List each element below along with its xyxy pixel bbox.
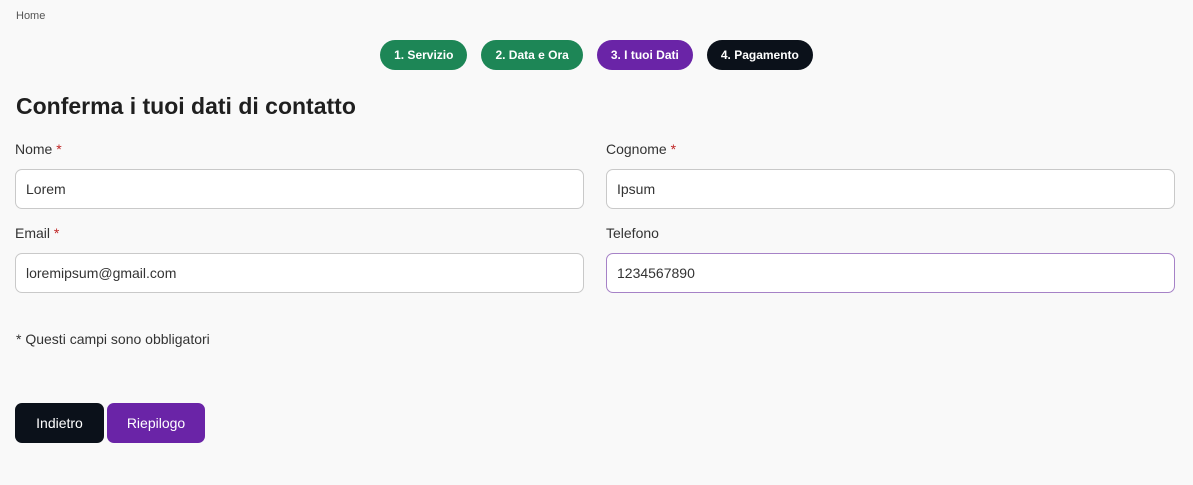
required-mark: *: [670, 141, 677, 157]
telefono-field-group: Telefono: [606, 224, 1175, 293]
telefono-input[interactable]: [606, 253, 1175, 293]
email-label: Email *: [15, 225, 60, 241]
cognome-field-group: Cognome *: [606, 140, 1175, 209]
breadcrumb-home-link[interactable]: Home: [16, 10, 45, 22]
step-data-e-ora[interactable]: 2. Data e Ora: [481, 40, 583, 70]
step-i-tuoi-dati[interactable]: 3. I tuoi Dati: [596, 40, 693, 70]
required-fields-note: * Questi campi sono obbligatori: [16, 331, 210, 347]
nome-input[interactable]: [15, 169, 584, 209]
email-field-group: Email *: [15, 224, 584, 293]
required-mark: *: [56, 141, 62, 157]
back-button[interactable]: Indietro: [15, 403, 104, 443]
breadcrumb: Home: [16, 10, 45, 22]
summary-button[interactable]: Riepilogo: [107, 403, 205, 443]
page-title: Conferma i tuoi dati di contatto: [16, 93, 356, 119]
nome-field-group: Nome *: [15, 140, 584, 209]
cognome-input[interactable]: [606, 169, 1175, 209]
cognome-label: Cognome *: [606, 141, 677, 157]
step-pagamento: 4. Pagamento: [706, 40, 813, 70]
progress-steps: 1. Servizio 2. Data e Ora 3. I tuoi Dati…: [0, 40, 1193, 70]
telefono-label: Telefono: [606, 225, 659, 241]
email-input[interactable]: [15, 253, 584, 293]
required-mark: *: [53, 225, 60, 241]
step-servizio[interactable]: 1. Servizio: [380, 40, 468, 70]
nome-label: Nome *: [15, 141, 62, 157]
